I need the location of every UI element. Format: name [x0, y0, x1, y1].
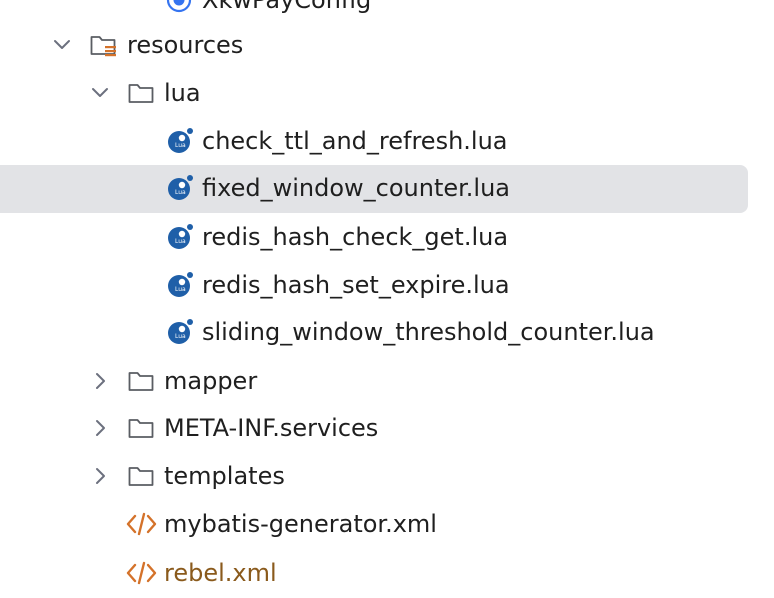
tree-item-label: fixed_window_counter.lua [202, 174, 510, 202]
tree-item-label: mapper [164, 367, 258, 395]
folder-icon [127, 367, 155, 395]
svg-text:Lua: Lua [175, 286, 186, 293]
tree-item-label: rebel.xml [164, 559, 277, 587]
tree-item-lua-file[interactable]: Lua redis_hash_check_get.lua [0, 214, 774, 260]
chevron-right-icon[interactable] [90, 416, 110, 440]
folder-icon [127, 414, 155, 442]
svg-text:Lua: Lua [175, 189, 186, 196]
tree-item-label: mybatis-generator.xml [164, 510, 437, 538]
tree-item-mybatis-generator-xml[interactable]: mybatis-generator.xml [0, 501, 774, 547]
tree-item-label: redis_hash_check_get.lua [202, 223, 509, 251]
tree-item-lua-file[interactable]: Lua check_ttl_and_refresh.lua [0, 118, 774, 164]
chevron-right-icon[interactable] [90, 369, 110, 393]
xml-file-icon [126, 559, 157, 587]
tree-item-label: sliding_window_threshold_counter.lua [202, 318, 655, 346]
svg-text:Lua: Lua [175, 142, 186, 149]
tree-item-label: lua [164, 79, 201, 107]
tree-item-label: resources [127, 31, 244, 59]
chevron-right-icon[interactable] [90, 464, 110, 488]
tree-item-label: redis_hash_set_expire.lua [202, 271, 510, 299]
tree-item-lua[interactable]: lua [0, 70, 774, 116]
resources-folder-icon [89, 31, 117, 59]
tree-item-mapper[interactable]: mapper [0, 358, 774, 404]
svg-text:Lua: Lua [175, 238, 186, 245]
lua-file-icon: Lua [166, 127, 194, 155]
folder-icon [127, 79, 155, 107]
tree-item-rebel-xml[interactable]: rebel.xml [0, 550, 774, 596]
tree-item-lua-file-selected[interactable]: Lua fixed_window_counter.lua [0, 165, 774, 213]
config-class-icon [165, 0, 193, 14]
tree-item-label: check_ttl_and_refresh.lua [202, 127, 508, 155]
lua-file-icon: Lua [166, 271, 194, 299]
tree-item-meta-inf-services[interactable]: META-INF.services [0, 405, 774, 451]
tree-item-label: META-INF.services [164, 414, 379, 442]
tree-item-lua-file[interactable]: Lua redis_hash_set_expire.lua [0, 262, 774, 308]
tree-item-resources[interactable]: resources [0, 22, 774, 68]
chevron-down-icon[interactable] [90, 81, 110, 105]
chevron-down-icon[interactable] [52, 33, 72, 57]
folder-icon [127, 462, 155, 490]
lua-file-icon: Lua [166, 318, 194, 346]
tree-item-lua-file[interactable]: Lua sliding_window_threshold_counter.lua [0, 309, 774, 355]
xml-file-icon [126, 510, 157, 538]
lua-file-icon: Lua [166, 174, 194, 202]
tree-item-templates[interactable]: templates [0, 453, 774, 499]
tree-item-label: XkwPayConfig [202, 0, 372, 14]
project-tree: XkwPayConfig resources lua Lua check_ttl… [0, 0, 774, 598]
lua-file-icon: Lua [166, 223, 194, 251]
svg-text:Lua: Lua [175, 333, 186, 340]
tree-item-xkwpayconfig[interactable]: XkwPayConfig [0, 0, 774, 23]
tree-item-label: templates [164, 462, 285, 490]
